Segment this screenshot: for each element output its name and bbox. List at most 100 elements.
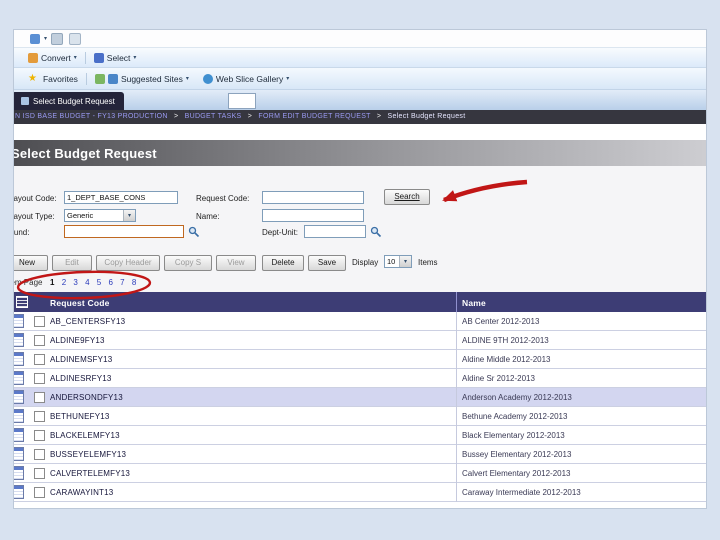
copy-header-button[interactable]: Copy Header (96, 255, 160, 271)
request-code-cell: AB_CENTERSFY13 (50, 317, 126, 326)
search-button[interactable]: Search (384, 189, 430, 205)
document-icon[interactable] (14, 409, 24, 423)
display-label: Display (352, 258, 379, 267)
dept-unit-lookup-magnifier-icon[interactable] (370, 226, 382, 238)
page-icon[interactable] (30, 33, 40, 44)
name-cell: Calvert Elementary 2012-2013 (462, 469, 571, 478)
breadcrumb-link[interactable]: FORM EDIT BUDGET REQUEST (258, 113, 370, 120)
table-row[interactable]: AB_CENTERSFY13 AB Center 2012-2013 (14, 312, 706, 331)
display-count-select[interactable]: 10 ▾ (384, 255, 412, 268)
row-checkbox[interactable] (34, 354, 45, 365)
table-row[interactable]: ALDINESRFY13 Aldine Sr 2012-2013 (14, 369, 706, 388)
web-slice-gallery-button[interactable]: Web Slice Gallery ▾ (202, 73, 290, 84)
layout-type-value: Generic (67, 211, 94, 220)
view-button[interactable]: View (216, 255, 256, 271)
row-checkbox[interactable] (34, 468, 45, 479)
page-number-current[interactable]: 1 (50, 278, 54, 287)
row-checkbox[interactable] (34, 449, 45, 460)
request-code-input[interactable] (262, 191, 364, 204)
copy-s-button[interactable]: Copy S (164, 255, 212, 271)
tools-icon[interactable] (69, 32, 82, 45)
table-row[interactable]: CARAWAYINT13 Caraway Intermediate 2012-2… (14, 483, 706, 502)
document-icon[interactable] (14, 447, 24, 461)
request-code-cell: CALVERTELEMFY13 (50, 469, 131, 478)
toolbar-separator (85, 72, 87, 85)
tab-select-budget-request[interactable]: Select Budget Request (14, 92, 124, 110)
breadcrumb-separator: > (173, 113, 179, 120)
page-number-link[interactable]: 8 (132, 278, 136, 287)
dept-unit-input[interactable] (304, 225, 366, 238)
request-code-header[interactable]: Request Code (50, 298, 110, 308)
document-icon[interactable] (14, 390, 24, 404)
row-checkbox[interactable] (34, 487, 45, 498)
fund-input[interactable] (64, 225, 184, 238)
document-icon[interactable] (14, 485, 24, 499)
name-header[interactable]: Name (462, 298, 486, 308)
document-icon[interactable] (14, 371, 24, 385)
breadcrumb-link[interactable]: N ISD BASE BUDGET - FY13 PRODUCTION (15, 113, 168, 120)
print-icon[interactable] (51, 32, 64, 45)
name-cell: Bethune Academy 2012-2013 (462, 412, 568, 421)
fund-lookup-magnifier-icon[interactable] (188, 226, 200, 238)
request-code-cell: ALDINESRFY13 (50, 374, 112, 383)
layout-code-input[interactable] (64, 191, 178, 204)
chevron-down-icon[interactable]: ▾ (44, 36, 47, 42)
table-row[interactable]: BUSSEYELEMFY13 Bussey Elementary 2012-20… (14, 445, 706, 464)
table-row-selected[interactable]: ANDERSONDFY13 Anderson Academy 2012-2013 (14, 388, 706, 407)
select-button[interactable]: Select ▾ (93, 52, 136, 63)
chevron-down-icon: ▾ (286, 75, 290, 82)
browser-window: ▾ Convert ▾ Select ▾ ★ Favorites Suggest… (14, 30, 706, 508)
page-number-link[interactable]: 7 (120, 278, 124, 287)
document-icon[interactable] (14, 314, 24, 328)
table-row[interactable]: BLACKELEMFY13 Black Elementary 2012-2013 (14, 426, 706, 445)
add-favorite-icon[interactable] (94, 73, 105, 84)
new-button[interactable]: New (14, 255, 48, 271)
table-row[interactable]: ALDINE9FY13 ALDINE 9TH 2012-2013 (14, 331, 706, 350)
document-icon[interactable] (14, 333, 24, 347)
request-code-cell: ALDINEMSFY13 (50, 355, 113, 364)
suggested-sites-button[interactable]: Suggested Sites ▾ (121, 74, 189, 84)
select-label: Select (106, 52, 131, 63)
convert-label: Convert (41, 52, 71, 63)
favorites-bar: ★ Favorites Suggested Sites ▾ Web Slice … (14, 68, 706, 90)
request-code-label: Request Code: (196, 194, 250, 203)
page-number-link[interactable]: 2 (62, 278, 66, 287)
row-checkbox[interactable] (34, 430, 45, 441)
edit-button[interactable]: Edit (52, 255, 92, 271)
page-number-link[interactable]: 3 (73, 278, 77, 287)
breadcrumb-link[interactable]: BUDGET TASKS (185, 113, 242, 120)
save-button[interactable]: Save (308, 255, 346, 271)
row-checkbox[interactable] (34, 373, 45, 384)
column-divider (456, 312, 457, 502)
request-code-cell: ALDINE9FY13 (50, 336, 105, 345)
document-icon[interactable] (14, 466, 24, 480)
table-row[interactable]: BETHUNEFY13 Bethune Academy 2012-2013 (14, 407, 706, 426)
column-divider (456, 292, 457, 312)
tab-strip-box (228, 93, 256, 109)
table-row[interactable]: CALVERTELEMFY13 Calvert Elementary 2012-… (14, 464, 706, 483)
row-checkbox[interactable] (34, 392, 45, 403)
page-number-link[interactable]: 6 (108, 278, 112, 287)
page-number-link[interactable]: 4 (85, 278, 89, 287)
name-cell: Aldine Sr 2012-2013 (462, 374, 535, 383)
row-checkbox[interactable] (34, 411, 45, 422)
row-checkbox[interactable] (34, 316, 45, 327)
tab-title: Select Budget Request (33, 96, 115, 106)
row-checkbox[interactable] (34, 335, 45, 346)
select-all-icon[interactable] (16, 296, 28, 308)
chevron-down-icon: ▾ (399, 256, 411, 267)
name-cell: Black Elementary 2012-2013 (462, 431, 565, 440)
layout-type-select[interactable]: Generic ▾ (64, 209, 136, 222)
item-page-label: Item Page (14, 278, 43, 287)
name-cell: Aldine Middle 2012-2013 (462, 355, 551, 364)
name-input[interactable] (262, 209, 364, 222)
document-icon[interactable] (14, 352, 24, 366)
star-icon: ★ (28, 72, 37, 84)
favorites-button[interactable]: ★ Favorites (28, 72, 78, 84)
table-row[interactable]: ALDINEMSFY13 Aldine Middle 2012-2013 (14, 350, 706, 369)
page-number-link[interactable]: 5 (97, 278, 101, 287)
page-title: Select Budget Request (14, 146, 157, 161)
document-icon[interactable] (14, 428, 24, 442)
convert-button[interactable]: Convert ▾ (28, 52, 77, 63)
delete-button[interactable]: Delete (262, 255, 304, 271)
